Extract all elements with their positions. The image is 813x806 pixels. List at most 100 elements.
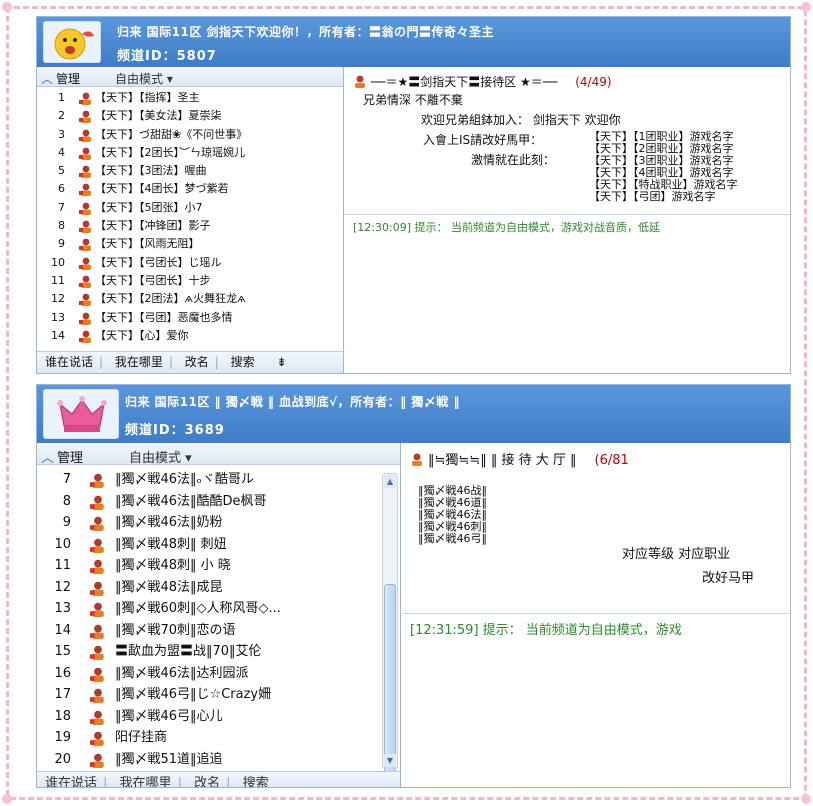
member-name: ‖獨〆戦46法‖ₒヾ酷哥ル	[115, 472, 254, 487]
member-row[interactable]: 3 【天下】づ甜甜❀《不问世事》	[37, 126, 343, 144]
member-row[interactable]: 14 ‖獨〆戦70刺‖恋の语	[37, 620, 380, 642]
member-number: 6	[58, 182, 65, 196]
member-list: 1 【天下】【指挥】圣主 2 【天下】【美女法】夏崇柒 3 【天下】づ甜甜❀《不问世事》 4…	[37, 89, 343, 349]
member-row[interactable]: 5 【天下】【3团法】喔曲	[37, 162, 343, 180]
member-number: 3	[58, 127, 65, 141]
member-name: 【天下】【指挥】圣主	[95, 91, 200, 104]
member-row[interactable]: 8 ‖獨〆戦46法‖酷酷De枫哥	[37, 491, 380, 513]
search-button[interactable]: 搜索	[243, 776, 269, 787]
chat-pane: ‖≒獨≒≒‖ ‖ 接 待 大 厅 ‖ (6/81 ‖獨〆戦46战‖ ‖獨〆戦46道…	[402, 443, 790, 787]
member-row[interactable]: 19 阳仔挂商	[37, 727, 380, 749]
member-row[interactable]: 14 【天下】【心】爱你	[37, 327, 343, 345]
chat-divider[interactable]	[345, 214, 790, 215]
mode-dropdown[interactable]: 自由模式 ▾	[129, 447, 192, 466]
who-speaking-button[interactable]: 谁在说话	[45, 355, 93, 369]
member-name: 【天下】【弓团长】十步	[95, 273, 211, 287]
member-name: 【天下】【心】爱你	[95, 328, 189, 342]
member-row[interactable]: 9 ‖獨〆戦46法‖奶粉	[37, 512, 380, 534]
member-scrollbar[interactable]: ▲ ▼	[382, 473, 398, 784]
rename-button[interactable]: 改名	[194, 776, 220, 787]
member-name: 【天下】【5团张】小7	[95, 200, 203, 214]
system-tip: [12:31:59] 提示： 当前频道为自由模式，游戏	[410, 623, 682, 638]
chevron-up-icon: ︿	[41, 72, 54, 86]
tab-manage[interactable]: ︿ 管理	[41, 447, 83, 466]
user-icon	[79, 184, 91, 197]
member-number: 7	[58, 200, 65, 214]
member-number: 5	[58, 164, 65, 178]
member-row[interactable]: 7 ‖獨〆戦46法‖ₒヾ酷哥ル	[37, 469, 380, 491]
member-row[interactable]: 6 【天下】【4团长】梦づ紫若	[37, 180, 343, 198]
member-tabbar: ︿ 管理 自由模式 ▾	[37, 443, 400, 466]
member-name: 阳仔挂商	[115, 730, 168, 745]
user-icon	[79, 92, 91, 105]
user-icon	[79, 257, 91, 270]
member-name: 【天下】【2团法】ѧ火舞狂龙ѧ	[95, 292, 246, 306]
user-icon	[89, 688, 104, 703]
where-am-i-button[interactable]: 我在哪里	[120, 776, 172, 787]
user-icon	[89, 516, 104, 531]
user-icon	[79, 165, 91, 179]
member-row[interactable]: 12 【天下】【2团法】ѧ火舞狂龙ѧ	[37, 290, 343, 308]
user-icon	[89, 495, 104, 510]
where-am-i-button[interactable]: 我在哪里	[115, 355, 163, 369]
channel-avatar[interactable]	[43, 21, 101, 63]
member-row[interactable]: 17 ‖獨〆戦46弓‖じ☆Crazy姍	[37, 684, 380, 706]
member-row[interactable]: 8 【天下】【冲锋团】影子	[37, 217, 343, 235]
expand-icon[interactable]: ⇟	[277, 355, 287, 369]
member-row[interactable]: 13 【天下】【弓团】恶魔也多情	[37, 309, 343, 327]
member-name: ‖獨〆戦48刺‖ 小 晓	[115, 558, 231, 573]
member-row[interactable]: 4 【天下】【2团长】︶ㄣ琼瑶婉儿	[37, 144, 343, 162]
who-speaking-button[interactable]: 谁在说话	[45, 776, 97, 787]
member-number: 8	[58, 219, 65, 233]
member-number: 14	[51, 328, 65, 342]
member-row[interactable]: 10 【天下】【弓团长】じ瑶ル	[37, 254, 343, 272]
member-number: 11	[54, 558, 71, 573]
chat-pane: ──＝★〓剑指天下〓接待区 ★＝── (4/49) 兄弟情深 不離不棄 欢迎兄弟組…	[345, 67, 790, 373]
member-list: 7 ‖獨〆戦46法‖ₒヾ酷哥ル 8 ‖獨〆戦46法‖酷酷De枫哥 9 ‖獨〆戦46法‖奶粉…	[37, 469, 380, 769]
member-row[interactable]: 2 【天下】【美女法】夏崇柒	[37, 107, 343, 125]
channel-title: 归来 国际11区 ‖ 獨〆戦 ‖ 血战到底√，所有者：‖ 獨〆戦 ‖	[125, 395, 460, 409]
member-number: 15	[54, 644, 71, 659]
user-icon	[79, 129, 91, 142]
member-number: 10	[54, 536, 71, 552]
member-number: 9	[58, 237, 65, 251]
board-line: 对应等级 对应职业	[622, 547, 731, 562]
member-row[interactable]: 16 ‖獨〆戦46法‖达利园派	[37, 663, 380, 685]
member-name: 【天下】【4团长】梦づ紫若	[95, 182, 229, 196]
member-name: ‖獨〆戦46法‖酷酷De枫哥	[115, 493, 267, 509]
room-title-line: ‖≒獨≒≒‖ ‖ 接 待 大 厅 ‖ (6/81	[410, 449, 629, 468]
member-row[interactable]: 11 ‖獨〆戦48刺‖ 小 晓	[37, 555, 380, 577]
tab-manage[interactable]: ︿ 管理	[41, 70, 80, 87]
separator: |	[99, 355, 104, 369]
member-row[interactable]: 18 ‖獨〆戦46弓‖心儿	[37, 706, 380, 728]
member-row[interactable]: 11 【天下】【弓团长】十步	[37, 272, 343, 290]
crown-icon	[57, 396, 107, 432]
user-icon	[79, 220, 91, 234]
separator: |	[103, 776, 108, 787]
member-name: ‖獨〆戦46法‖达利园派	[115, 665, 249, 681]
chat-divider[interactable]	[402, 613, 790, 614]
member-number: 12	[51, 292, 65, 306]
member-row[interactable]: 20 ‖獨〆戦51道‖追追	[37, 749, 380, 770]
member-row[interactable]: 15 〓歃血为盟〓战‖70‖艾伦	[37, 641, 380, 663]
frame-corner	[801, 794, 811, 804]
channel-avatar[interactable]	[43, 389, 119, 439]
smiley-icon	[54, 28, 94, 60]
member-row[interactable]: 13 ‖獨〆戦60刺‖◇人称风哥◇...	[37, 598, 380, 620]
member-row[interactable]: 7 【天下】【5团张】小7	[37, 199, 343, 217]
search-button[interactable]: 搜索	[231, 355, 255, 369]
rename-button[interactable]: 改名	[185, 355, 209, 369]
board-role-list: 【天下】【1团职业】游戏名字 【天下】【2团职业】游戏名字 【天下】【3团职业】…	[589, 130, 738, 203]
scroll-up-icon[interactable]: ▲	[384, 475, 396, 488]
user-icon	[79, 147, 91, 160]
user-icon	[355, 75, 365, 88]
member-row[interactable]: 1 【天下】【指挥】圣主	[37, 89, 343, 107]
member-bottom-bar: 谁在说话 | 我在哪里 | 改名 | 搜索	[37, 771, 400, 787]
scroll-down-icon[interactable]: ▼	[384, 754, 396, 767]
user-icon	[89, 645, 104, 660]
member-row[interactable]: 12 ‖獨〆戦48法‖成昆	[37, 577, 380, 599]
mode-dropdown[interactable]: 自由模式 ▾	[115, 70, 173, 87]
member-row[interactable]: 9 【天下】【风雨无阻】	[37, 235, 343, 253]
member-row[interactable]: 10 ‖獨〆戦48刺‖ 刺妞	[37, 534, 380, 556]
separator: |	[214, 355, 219, 369]
